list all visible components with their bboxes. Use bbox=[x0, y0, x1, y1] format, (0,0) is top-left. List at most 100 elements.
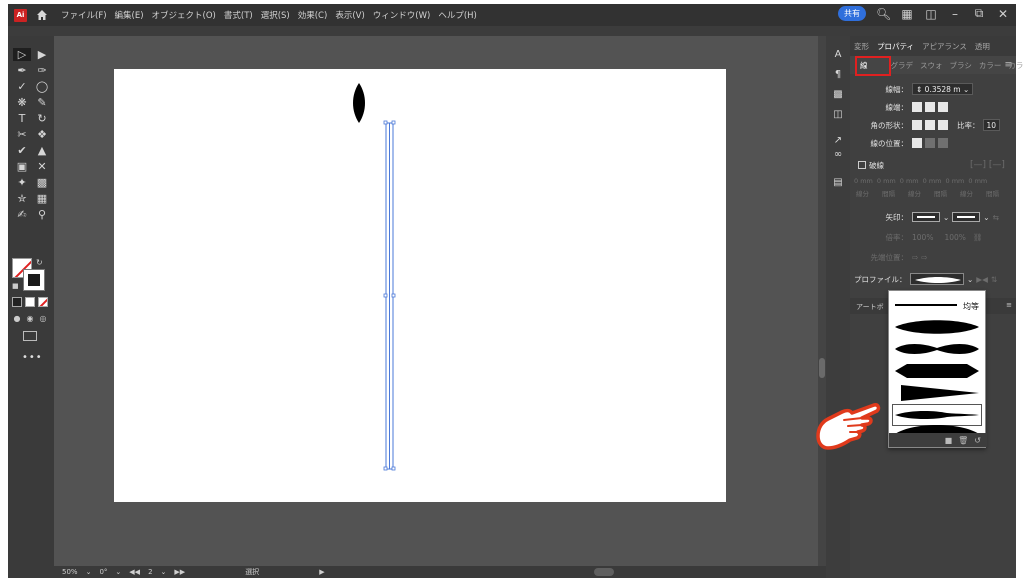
share-button[interactable]: 共有 bbox=[838, 6, 866, 21]
limit-input[interactable]: 10 bbox=[982, 119, 1001, 131]
menu-edit[interactable]: 編集(E) bbox=[115, 9, 144, 21]
profile-select[interactable] bbox=[910, 273, 964, 285]
gap-3[interactable]: 0 mm bbox=[968, 177, 987, 185]
align-inside-icon[interactable] bbox=[925, 138, 935, 148]
tab-properties[interactable]: プロパティ bbox=[877, 41, 914, 52]
profile-dropdown-icon[interactable]: ⌄ bbox=[967, 275, 973, 284]
profile-option-uniform[interactable]: 均等 bbox=[893, 295, 981, 315]
end-arrowhead-select[interactable] bbox=[952, 212, 981, 222]
miter-join-icon[interactable] bbox=[912, 120, 922, 130]
paragraph-panel-icon[interactable]: ¶ bbox=[830, 68, 846, 82]
ellipse-tool-icon[interactable]: ◯ bbox=[33, 80, 51, 93]
zoom-tool-icon[interactable]: ⚲ bbox=[33, 208, 51, 221]
tab-gradient[interactable]: グラデ bbox=[891, 60, 914, 71]
start-arrow-dropdown-icon[interactable]: ⌄ bbox=[943, 213, 949, 222]
none-mode-icon[interactable] bbox=[38, 297, 48, 307]
menu-help[interactable]: ヘルプ(H) bbox=[438, 9, 477, 21]
links-panel-icon[interactable]: ∞ bbox=[830, 148, 846, 162]
scissors-tool-icon[interactable]: ✂ bbox=[13, 128, 31, 141]
dash-3[interactable]: 0 mm bbox=[946, 177, 965, 185]
tab-transform[interactable]: 変形 bbox=[854, 41, 869, 52]
rotate-tool-icon[interactable]: ↻ bbox=[33, 112, 51, 125]
menu-object[interactable]: オブジェクト(O) bbox=[152, 9, 216, 21]
profile-option-4[interactable] bbox=[893, 383, 981, 403]
draw-normal-icon[interactable]: ● bbox=[12, 313, 22, 323]
paint-tool-icon[interactable]: ✕ bbox=[33, 160, 51, 173]
butt-cap-icon[interactable] bbox=[912, 102, 922, 112]
menu-effect[interactable]: 効果(C) bbox=[298, 9, 328, 21]
screen-mode-icon[interactable] bbox=[23, 331, 37, 341]
artboard-number[interactable]: 2 bbox=[148, 568, 152, 576]
selection-tool-icon[interactable]: ▷ bbox=[13, 48, 31, 61]
pencil-tool-icon[interactable]: ✎ bbox=[33, 96, 51, 109]
minimize-icon[interactable]: – bbox=[948, 7, 962, 21]
draw-inside-icon[interactable]: ◎ bbox=[38, 313, 48, 323]
stroke-swatch[interactable] bbox=[23, 269, 45, 291]
type-tool-icon[interactable]: T bbox=[13, 112, 31, 125]
draw-behind-icon[interactable]: ◉ bbox=[25, 313, 35, 323]
shape-builder-tool-icon[interactable]: ▣ bbox=[13, 160, 31, 173]
menu-type[interactable]: 書式(T) bbox=[224, 9, 253, 21]
swap-arrowheads-icon[interactable]: ⇆ bbox=[993, 213, 999, 222]
start-scale-value[interactable]: 100% bbox=[912, 233, 933, 242]
link-scale-icon[interactable]: ⛓ bbox=[973, 233, 983, 242]
layers-panel-icon[interactable]: ◫ bbox=[830, 108, 846, 122]
symbol-tool-icon[interactable]: ❋ bbox=[13, 96, 31, 109]
brush-tool-icon[interactable]: ✓ bbox=[13, 80, 31, 93]
start-arrowhead-select[interactable] bbox=[912, 212, 940, 222]
blend-tool-icon[interactable]: ▲ bbox=[33, 144, 51, 157]
dash-2[interactable]: 0 mm bbox=[900, 177, 919, 185]
align-center-icon[interactable] bbox=[912, 138, 922, 148]
delete-profile-icon[interactable]: 🗑︎ bbox=[958, 436, 968, 445]
dashed-checkbox[interactable] bbox=[858, 161, 866, 169]
projecting-cap-icon[interactable] bbox=[938, 102, 948, 112]
artboard[interactable] bbox=[114, 69, 726, 502]
align-outside-icon[interactable] bbox=[938, 138, 948, 148]
warp-tool-icon[interactable]: ❖ bbox=[33, 128, 51, 141]
search-icon[interactable]: 🔍︎ bbox=[876, 7, 891, 21]
artboard-tool-icon[interactable]: ▦ bbox=[33, 192, 51, 205]
mesh-tool-icon[interactable]: ✦ bbox=[13, 176, 31, 189]
arrow-extend-icon[interactable]: ⇨ bbox=[912, 253, 918, 262]
profile-option-2[interactable] bbox=[893, 339, 981, 359]
canvas[interactable] bbox=[54, 36, 818, 566]
tab-color[interactable]: カラー bbox=[979, 60, 1002, 71]
first-artboard-icon[interactable]: ◀◀ bbox=[129, 568, 140, 576]
end-scale-value[interactable]: 100% bbox=[944, 233, 965, 242]
gradient-mode-icon[interactable] bbox=[25, 297, 35, 307]
vertical-scroll-thumb[interactable] bbox=[819, 358, 825, 378]
artboard-dropdown-icon[interactable]: ⌄ bbox=[161, 568, 167, 576]
next-artboard-icon[interactable]: ▶▶ bbox=[174, 568, 185, 576]
dash-1[interactable]: 0 mm bbox=[854, 177, 873, 185]
bevel-join-icon[interactable] bbox=[938, 120, 948, 130]
profile-option-3[interactable] bbox=[893, 361, 981, 381]
gap-2[interactable]: 0 mm bbox=[923, 177, 942, 185]
rotation-dropdown-icon[interactable]: ⌄ bbox=[115, 568, 121, 576]
close-icon[interactable]: ✕ bbox=[996, 7, 1010, 21]
export-panel-icon[interactable]: ↗ bbox=[830, 134, 846, 148]
rotation-value[interactable]: 0° bbox=[99, 568, 107, 576]
home-icon[interactable] bbox=[35, 8, 49, 22]
align-panel-icon[interactable]: ▤ bbox=[830, 176, 846, 190]
color-mode-icon[interactable] bbox=[12, 297, 22, 307]
end-arrow-dropdown-icon[interactable]: ⌄ bbox=[983, 213, 989, 222]
tab-swatches[interactable]: スウォ bbox=[920, 60, 943, 71]
dash-align-icons[interactable]: [—] [—] bbox=[970, 160, 1005, 170]
reset-profiles-icon[interactable]: ↺ bbox=[974, 436, 981, 445]
flip-along-icon[interactable]: ▶◀ bbox=[976, 275, 988, 284]
tab-appearance[interactable]: アピアランス bbox=[922, 41, 967, 52]
swap-fill-stroke-icon[interactable]: ↻ bbox=[36, 258, 43, 267]
more-tools-icon[interactable]: ••• bbox=[22, 352, 43, 363]
profile-option-1[interactable] bbox=[893, 317, 981, 337]
menu-select[interactable]: 選択(S) bbox=[261, 9, 290, 21]
artboards-tab[interactable]: アートボ bbox=[856, 302, 884, 312]
gradient-tool-icon[interactable]: ▩ bbox=[33, 176, 51, 189]
eyedropper-tool-icon[interactable]: ✔ bbox=[13, 144, 31, 157]
tab-transparency[interactable]: 透明 bbox=[975, 41, 990, 52]
status-menu-icon[interactable]: ▶ bbox=[319, 568, 324, 576]
artboards-menu-icon[interactable]: ≡ bbox=[1006, 301, 1012, 309]
fill-stroke-widget[interactable]: ↻ ■ bbox=[12, 258, 46, 292]
arrow-place-icon[interactable]: ⇨ bbox=[921, 253, 927, 262]
round-join-icon[interactable] bbox=[925, 120, 935, 130]
workspace-icon[interactable]: ▦ bbox=[900, 7, 914, 21]
